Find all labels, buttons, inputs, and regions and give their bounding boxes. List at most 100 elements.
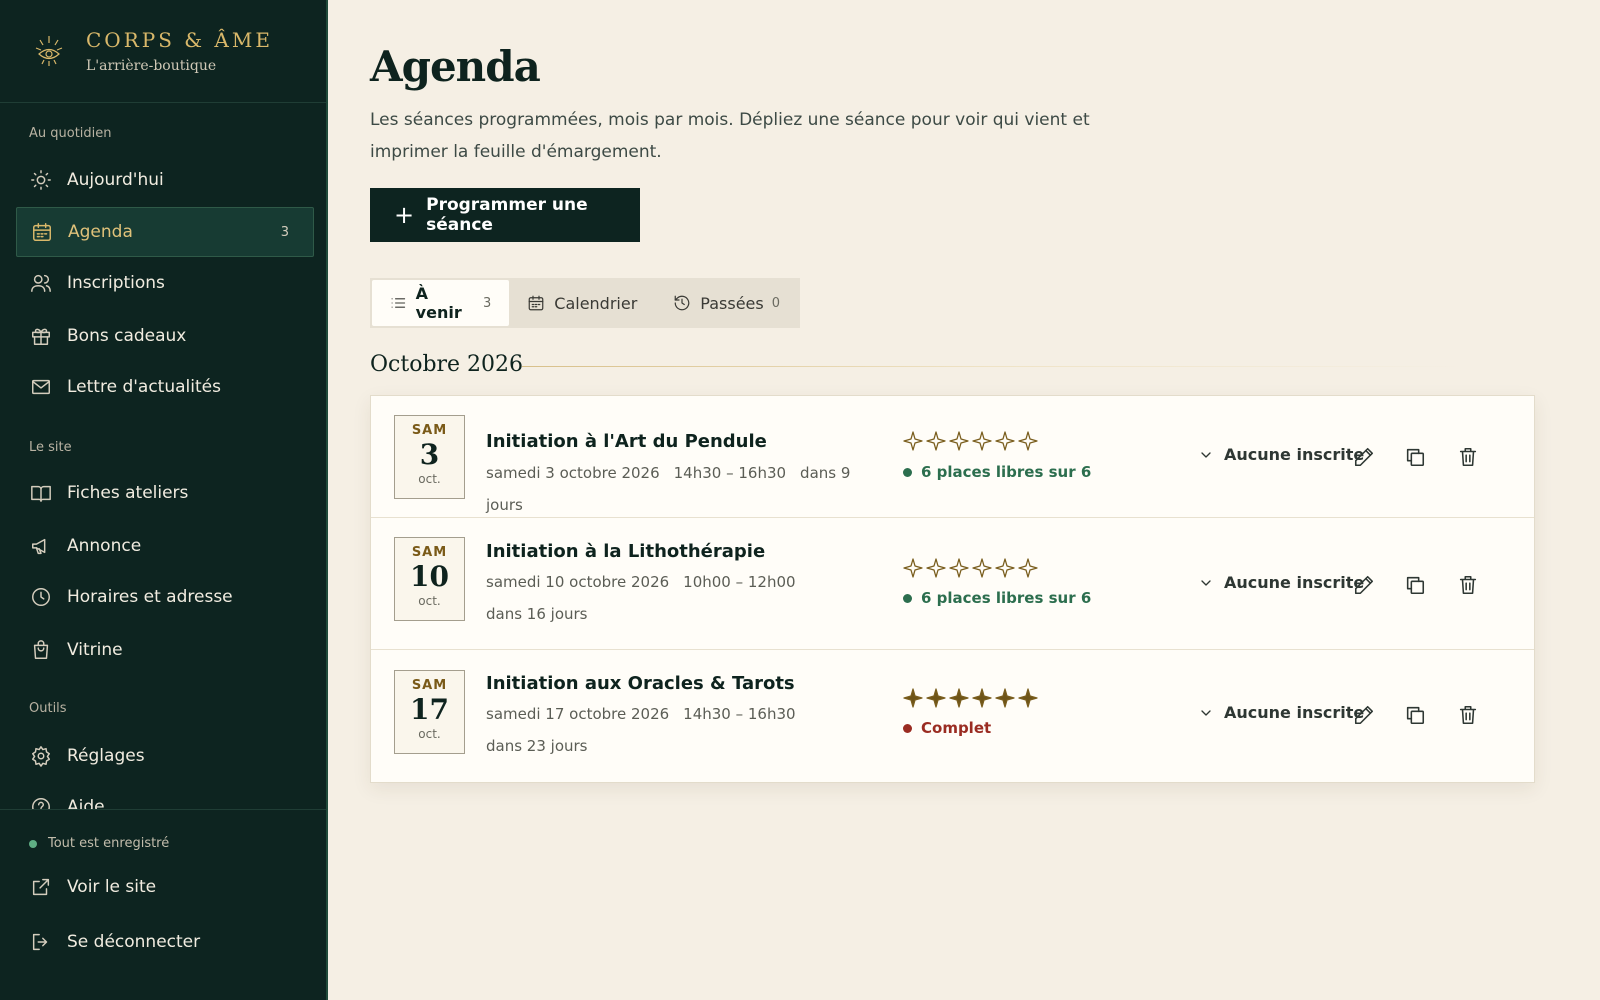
- schedule-session-button[interactable]: + Programmer une séance: [370, 188, 640, 242]
- sessions-list: SAM 3 oct. Initiation à l'Art du Pendule…: [370, 395, 1535, 783]
- expand-registrations-toggle[interactable]: Aucune inscrite: [1198, 445, 1364, 464]
- sidebar-item-inscriptions[interactable]: Inscriptions: [16, 258, 314, 308]
- chevron-down-icon: [1201, 579, 1211, 586]
- chevron-down-icon: [1201, 451, 1211, 458]
- sidebar-item-label: Annonce: [67, 536, 142, 556]
- duplicate-button[interactable]: [1401, 701, 1429, 729]
- sidebar-item-workshop-sheets[interactable]: Fiches ateliers: [16, 468, 314, 518]
- page-description: Les séances programmées, mois par mois. …: [370, 110, 1090, 162]
- sidebar-item-gift-cards[interactable]: Bons cadeaux: [16, 311, 314, 361]
- sidebar-item-showcase[interactable]: Vitrine: [16, 625, 314, 675]
- shopping-bag-icon: [29, 638, 53, 662]
- edit-button[interactable]: [1350, 701, 1378, 729]
- star-filled-icon: [972, 688, 992, 708]
- delete-button[interactable]: [1454, 571, 1482, 599]
- trash-icon: [1459, 705, 1477, 725]
- view-site-label: Voir le site: [67, 877, 157, 897]
- brand[interactable]: CORPS & ÂME L'arrière-boutique: [0, 0, 326, 103]
- star-outline-icon: [926, 558, 946, 578]
- saved-dot-icon: [29, 839, 37, 848]
- sidebar-footer: Tout est enregistré Voir le site Se déco…: [0, 809, 326, 1000]
- registrations-label: Aucune inscrite: [1224, 445, 1365, 464]
- star-filled-icon: [926, 688, 946, 708]
- session-row[interactable]: SAM 17 oct. Initiation aux Oracles & Tar…: [371, 650, 1534, 782]
- session-time: 14h30 – 16h30: [673, 464, 787, 482]
- sidebar-item-label: Inscriptions: [67, 273, 165, 293]
- sidebar-item-today[interactable]: Aujourd'hui: [16, 155, 314, 205]
- section-label-daily: Au quotidien: [29, 126, 112, 141]
- sidebar-item-label: Vitrine: [67, 640, 123, 660]
- expand-registrations-toggle[interactable]: Aucune inscrite: [1198, 573, 1364, 592]
- session-meta: samedi 10 octobre 2026 10h00 – 12h00 dans …: [486, 566, 886, 630]
- chevron-down-icon: [1201, 709, 1211, 716]
- sidebar: CORPS & ÂME L'arrière-boutique Au quotid…: [0, 0, 328, 1000]
- sidebar-item-agenda[interactable]: Agenda 3: [16, 207, 314, 257]
- save-status-text: Tout est enregistré: [48, 836, 170, 851]
- sidebar-item-settings[interactable]: Réglages: [16, 731, 314, 781]
- date-month: oct.: [418, 472, 441, 486]
- session-title: Initiation aux Oracles & Tarots: [486, 673, 795, 694]
- schedule-session-label: Programmer une séance: [426, 195, 588, 235]
- sidebar-item-label: Bons cadeaux: [67, 326, 187, 346]
- sidebar-item-label: Lettre d'actualités: [67, 377, 221, 397]
- pencil-icon: [1354, 705, 1374, 725]
- date-month: oct.: [418, 594, 441, 608]
- status-text: 6 places libres sur 6: [921, 589, 1092, 607]
- gear-icon: [29, 744, 53, 768]
- book-icon: [29, 481, 53, 505]
- tab-calendar[interactable]: Calendrier: [509, 280, 655, 326]
- view-site-link[interactable]: Voir le site: [16, 862, 314, 912]
- page-title: Agenda: [370, 42, 541, 91]
- session-date: samedi 10 octobre 2026: [486, 573, 670, 591]
- capacity-stars: [903, 558, 1041, 578]
- sidebar-item-label: Agenda: [68, 222, 133, 242]
- availability-status: 6 places libres sur 6: [903, 463, 1091, 481]
- view-tabs: À venir 3 Calendrier Passées 0: [370, 278, 800, 328]
- date-weekday: SAM: [411, 678, 448, 693]
- sun-eye-logo-icon: [35, 36, 63, 66]
- users-icon: [29, 271, 53, 295]
- pencil-icon: [1354, 575, 1374, 595]
- star-outline-icon: [949, 558, 969, 578]
- star-outline-icon: [995, 431, 1015, 451]
- tab-past[interactable]: Passées 0: [655, 280, 798, 326]
- date-day: 17: [410, 693, 449, 726]
- status-dot-icon: [903, 723, 912, 733]
- tab-count: 0: [771, 295, 780, 311]
- delete-button[interactable]: [1454, 443, 1482, 471]
- tab-label: Calendrier: [554, 293, 638, 313]
- star-outline-icon: [903, 558, 923, 578]
- date-day: 3: [419, 438, 440, 471]
- plus-icon: +: [394, 201, 415, 229]
- date-badge: SAM 17 oct.: [394, 670, 465, 754]
- edit-button[interactable]: [1350, 571, 1378, 599]
- star-outline-icon: [995, 558, 1015, 578]
- sidebar-item-label: Réglages: [67, 746, 145, 766]
- clock-icon: [29, 585, 53, 609]
- expand-registrations-toggle[interactable]: Aucune inscrite: [1198, 703, 1364, 722]
- list-icon: [391, 298, 406, 308]
- duplicate-button[interactable]: [1401, 443, 1429, 471]
- sidebar-item-label: Fiches ateliers: [67, 483, 189, 503]
- sidebar-item-announcement[interactable]: Annonce: [16, 521, 314, 571]
- tab-label: À venir: [415, 284, 462, 322]
- section-label-tools: Outils: [29, 701, 67, 716]
- sidebar-item-hours-address[interactable]: Horaires et adresse: [16, 572, 314, 622]
- calendar-icon: [528, 295, 544, 311]
- sidebar-item-newsletter[interactable]: Lettre d'actualités: [16, 362, 314, 412]
- session-title: Initiation à la Lithothérapie: [486, 541, 766, 562]
- session-row[interactable]: SAM 10 oct. Initiation à la Lithothérapi…: [371, 518, 1534, 650]
- edit-button[interactable]: [1350, 443, 1378, 471]
- tab-upcoming[interactable]: À venir 3: [372, 280, 510, 326]
- star-outline-icon: [1018, 558, 1038, 578]
- date-month: oct.: [418, 727, 441, 741]
- logout-label: Se déconnecter: [67, 932, 201, 952]
- capacity-stars: [903, 431, 1041, 451]
- star-outline-icon: [1018, 431, 1038, 451]
- logout-link[interactable]: Se déconnecter: [16, 917, 314, 967]
- session-row[interactable]: SAM 3 oct. Initiation à l'Art du Pendule…: [371, 396, 1534, 518]
- star-outline-icon: [926, 431, 946, 451]
- delete-button[interactable]: [1454, 701, 1482, 729]
- availability-status: 6 places libres sur 6: [903, 589, 1091, 607]
- duplicate-button[interactable]: [1401, 571, 1429, 599]
